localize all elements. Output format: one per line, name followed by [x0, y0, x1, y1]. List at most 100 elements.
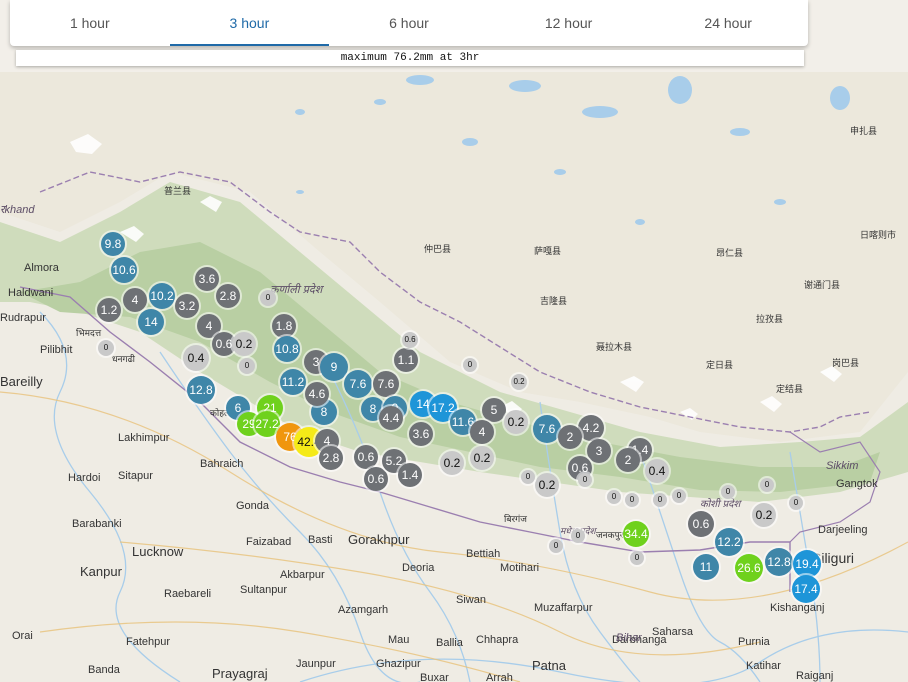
rain-gauge-marker[interactable]: 4 — [470, 420, 494, 444]
rain-gauge-marker[interactable]: 0.4 — [183, 345, 209, 371]
rain-gauge-marker[interactable]: 0 — [260, 290, 276, 306]
rain-gauge-marker[interactable]: 0 — [571, 529, 585, 543]
rain-gauge-marker[interactable]: 4.4 — [379, 406, 403, 430]
rain-gauge-marker[interactable]: 7.6 — [533, 415, 561, 443]
map-base[interactable] — [0, 72, 908, 682]
rain-gauge-marker[interactable]: 10.6 — [111, 257, 137, 283]
rain-gauge-marker[interactable]: 0.2 — [440, 451, 464, 475]
rain-gauge-marker[interactable]: 1.8 — [272, 314, 296, 338]
rain-gauge-marker[interactable]: 2.8 — [319, 446, 343, 470]
rain-gauge-marker[interactable]: 0.4 — [645, 459, 669, 483]
place-label: Patna — [532, 658, 566, 673]
place-label: Gonda — [236, 500, 270, 512]
place-label: Hardoi — [68, 472, 101, 484]
rain-gauge-marker[interactable]: 0 — [625, 493, 639, 507]
place-label: 吉隆县 — [540, 296, 568, 306]
rain-gauge-marker[interactable]: 0 — [98, 340, 114, 356]
rain-gauge-marker[interactable]: 0 — [653, 493, 667, 507]
place-label: Gorakhpur — [348, 532, 410, 547]
rain-gauge-marker[interactable]: 17.4 — [792, 575, 820, 603]
rain-gauge-marker[interactable]: 12.8 — [765, 548, 793, 576]
rain-gauge-marker[interactable]: 0.2 — [232, 332, 256, 356]
duration-tab-bar: 1 hour 3 hour 6 hour 12 hour 24 hour — [10, 0, 808, 46]
rain-gauge-marker[interactable]: 11.2 — [280, 369, 306, 395]
rain-gauge-marker[interactable]: 1.2 — [97, 298, 121, 322]
rain-gauge-marker[interactable]: 3.2 — [175, 294, 199, 318]
rain-gauge-marker[interactable]: 0 — [521, 470, 535, 484]
place-label: Orai — [12, 630, 33, 642]
place-label: Almora — [24, 262, 59, 274]
rain-gauge-marker[interactable]: 0.6 — [688, 511, 714, 537]
rain-gauge-marker[interactable]: 3.6 — [195, 267, 219, 291]
rain-gauge-marker[interactable]: 0.2 — [470, 446, 494, 470]
rain-gauge-marker[interactable]: 10.8 — [274, 336, 300, 362]
rain-gauge-marker[interactable]: 9.8 — [101, 232, 125, 256]
rain-gauge-marker[interactable]: 0 — [239, 358, 255, 374]
rain-gauge-marker[interactable]: 3.6 — [409, 422, 433, 446]
rain-gauge-marker[interactable]: 9 — [320, 353, 348, 381]
max-rainfall-summary: maximum 76.2mm at 3hr — [16, 50, 804, 66]
rain-gauge-marker[interactable]: 1.1 — [394, 348, 418, 372]
place-label: रkhand — [0, 204, 35, 216]
rain-gauge-marker[interactable]: 3 — [587, 439, 611, 463]
place-label: 普兰县 — [164, 186, 192, 196]
rain-gauge-marker[interactable]: 1.4 — [398, 463, 422, 487]
rainfall-map[interactable]: रkhand Almora Haldwani Rudrapur Pilibhit Bare… — [0, 72, 908, 682]
place-label: Banda — [88, 664, 120, 676]
place-label: Fatehpur — [126, 636, 171, 648]
tab-24-hour[interactable]: 24 hour — [648, 0, 808, 46]
place-label: Basti — [308, 534, 333, 546]
rain-gauge-marker[interactable]: 0 — [789, 496, 803, 510]
rain-gauge-marker[interactable]: 4 — [123, 288, 147, 312]
place-label: Darjeeling — [818, 524, 868, 536]
place-label: Lakhimpur — [118, 432, 170, 444]
place-label: Deoria — [402, 562, 435, 574]
place-label: Pilibhit — [40, 344, 73, 356]
rain-gauge-marker[interactable]: 0 — [760, 478, 774, 492]
rain-gauge-marker[interactable]: 0.6 — [364, 467, 388, 491]
tab-6-hour[interactable]: 6 hour — [329, 0, 489, 46]
rain-gauge-marker[interactable]: 0 — [607, 490, 621, 504]
place-label: Barabanki — [72, 518, 122, 530]
rain-gauge-marker[interactable]: 0 — [463, 358, 477, 372]
place-label: 岗巴县 — [832, 358, 860, 368]
rain-gauge-marker[interactable]: 0.2 — [752, 503, 776, 527]
place-label: Lucknow — [132, 544, 184, 559]
tab-12-hour[interactable]: 12 hour — [489, 0, 649, 46]
rain-gauge-marker[interactable]: 0 — [672, 489, 686, 503]
rain-gauge-marker[interactable]: 11 — [693, 554, 719, 580]
place-label: Siwan — [456, 594, 486, 606]
rain-gauge-marker[interactable]: 12.2 — [715, 528, 743, 556]
rain-gauge-marker[interactable]: 0 — [630, 551, 644, 565]
rain-gauge-marker[interactable]: 0.6 — [402, 332, 418, 348]
place-label: Buxar — [420, 672, 449, 682]
place-label: Haldwani — [8, 287, 54, 299]
rain-gauge-marker[interactable]: 0.2 — [511, 374, 527, 390]
rain-gauge-marker[interactable]: 0 — [549, 539, 563, 553]
rain-gauge-marker[interactable]: 7.6 — [373, 371, 399, 397]
rain-gauge-marker[interactable]: 2 — [558, 425, 582, 449]
place-label: Muzaffarpur — [534, 602, 593, 614]
rain-gauge-marker[interactable]: 0.2 — [504, 410, 528, 434]
place-label: Ghazipur — [376, 658, 421, 670]
place-label: जनकपुर — [596, 530, 624, 540]
rain-gauge-marker[interactable]: 14 — [138, 309, 164, 335]
rain-gauge-marker[interactable]: 26.6 — [735, 554, 763, 582]
rain-gauge-marker[interactable]: 0.6 — [354, 445, 378, 469]
rain-gauge-marker[interactable]: 2 — [616, 448, 640, 472]
rain-gauge-marker[interactable]: 2.8 — [216, 284, 240, 308]
rain-gauge-marker[interactable]: 19.4 — [793, 550, 821, 578]
rain-gauge-marker[interactable]: 4.6 — [305, 382, 329, 406]
tab-3-hour[interactable]: 3 hour — [169, 0, 330, 46]
rain-gauge-marker[interactable]: 0 — [578, 473, 592, 487]
rain-gauge-marker[interactable]: 7.6 — [344, 370, 372, 398]
rain-gauge-marker[interactable]: 5 — [482, 398, 506, 422]
rain-gauge-marker[interactable]: 34.4 — [623, 521, 649, 547]
place-label: 拉孜县 — [756, 314, 784, 324]
rain-gauge-marker[interactable]: 0.2 — [535, 473, 559, 497]
rain-gauge-marker[interactable]: 0 — [721, 485, 735, 499]
rain-gauge-marker[interactable]: 10.2 — [149, 283, 175, 309]
place-label: Sikkim — [826, 460, 859, 472]
tab-1-hour[interactable]: 1 hour — [10, 0, 170, 46]
rain-gauge-marker[interactable]: 12.8 — [187, 376, 215, 404]
